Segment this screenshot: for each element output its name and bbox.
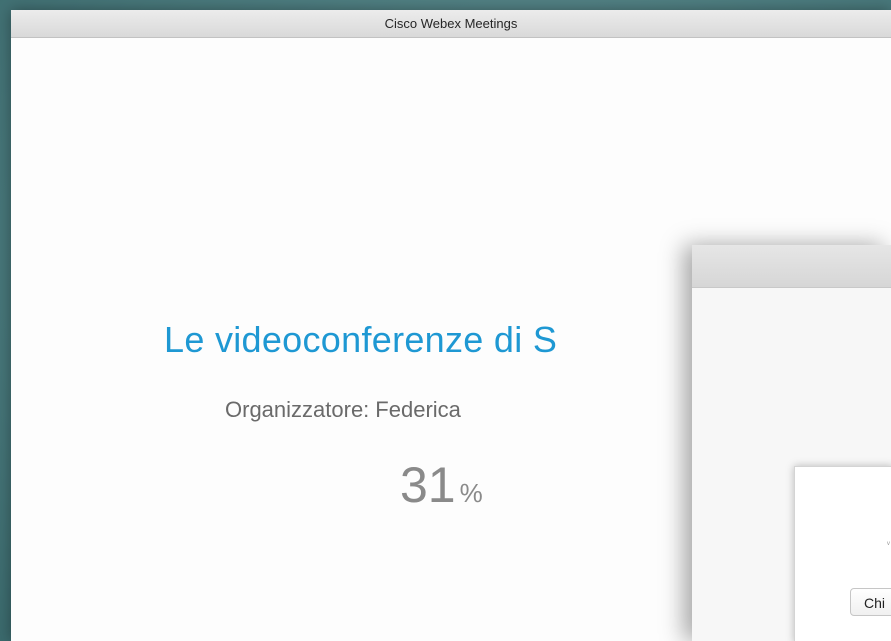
progress-unit: % — [459, 478, 483, 508]
window-title: Cisco Webex Meetings — [384, 16, 518, 31]
dialog-panel: ᵛ Chi — [794, 466, 891, 641]
loading-progress: 31% — [400, 456, 483, 514]
organizer-name: Federica — [375, 397, 461, 422]
progress-value: 31 — [400, 457, 456, 513]
meeting-title: Le videoconferenze di S — [164, 319, 558, 360]
dialog-mark: ᵛ — [887, 539, 890, 549]
close-button[interactable]: Chi — [850, 588, 891, 616]
organizer-label: Organizzatore: — [225, 397, 370, 422]
overlay-titlebar[interactable] — [692, 245, 891, 288]
organizer-line: Organizzatore: Federica — [225, 397, 461, 423]
window-titlebar[interactable]: Cisco Webex Meetings — [11, 10, 891, 38]
